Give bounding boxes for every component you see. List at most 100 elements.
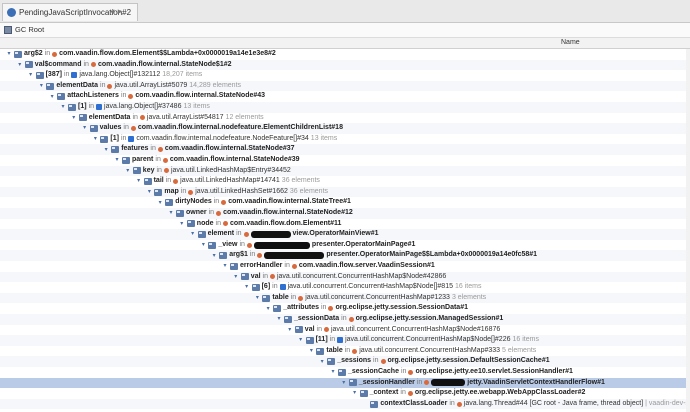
table-row[interactable]: ▾ values in com.vaadin.flow.internal.nodefe… xyxy=(0,123,690,134)
expand-toggle-icon[interactable]: ▾ xyxy=(233,274,239,280)
object-icon xyxy=(139,115,145,121)
expand-toggle-icon[interactable]: ▾ xyxy=(222,263,228,269)
in-label: in xyxy=(249,251,256,259)
expand-toggle-icon[interactable]: ▾ xyxy=(190,231,196,237)
expand-toggle-icon[interactable]: ▾ xyxy=(125,168,131,174)
expand-toggle-icon[interactable]: ▾ xyxy=(254,295,260,301)
table-row[interactable]: ▾ table in java.util.concurrent.ConcurrentH… xyxy=(0,292,690,304)
table-row[interactable]: ▾ [11] in java.util.concurrent.ConcurrentHa… xyxy=(0,335,690,346)
expand-toggle-icon[interactable]: ▾ xyxy=(6,51,12,57)
expand-toggle-icon[interactable]: ▾ xyxy=(341,380,347,386)
table-row[interactable]: ▾ arg$1 in presenter.OperatorMainPage$$Lamb… xyxy=(0,250,690,261)
table-row[interactable]: ▾ val in java.util.concurrent.ConcurrentHas… xyxy=(0,325,690,336)
field-icon xyxy=(46,82,55,90)
field-icon xyxy=(251,283,260,291)
table-row[interactable]: ▾ table in java.util.concurrent.ConcurrentH… xyxy=(0,346,690,357)
expand-toggle-icon[interactable]: ▾ xyxy=(103,147,109,153)
expand-toggle-icon[interactable]: ▾ xyxy=(298,337,304,343)
table-row[interactable]: ▾ errorHandler in com.vaadin.flow.server.Va… xyxy=(0,261,690,272)
in-label: in xyxy=(341,315,347,322)
expand-toggle-icon[interactable]: ▾ xyxy=(287,327,293,333)
name-column-header[interactable]: Name xyxy=(561,38,580,48)
class-name: org.eclipse.jetty.session.SessionData#1 xyxy=(335,304,468,312)
expand-toggle-icon[interactable]: ▾ xyxy=(92,136,98,142)
table-row[interactable]: ▾ [1] in java.lang.Object[]#37486 13 items xyxy=(0,102,690,113)
table-row[interactable]: ▾ arg$2 in com.vaadin.flow.dom.Element$$Lam… xyxy=(0,49,690,60)
field-icon xyxy=(68,103,76,111)
expand-toggle-icon[interactable]: ▾ xyxy=(352,390,358,396)
table-row[interactable]: ▾ element in view.OperatorMainView#1 xyxy=(0,229,690,240)
expand-toggle-icon[interactable]: ▾ xyxy=(82,125,88,131)
table-row[interactable]: contextClassLoader in java.lang.Thread#44 … xyxy=(0,398,690,410)
table-row[interactable]: ▾ val$command in com.vaadin.flow.internal.S… xyxy=(0,59,690,71)
in-label: in xyxy=(320,304,327,312)
table-row[interactable]: ▾ _attributes in org.eclipse.jetty.session.… xyxy=(0,303,690,314)
field-icon xyxy=(240,273,249,281)
expand-toggle-icon[interactable]: ▾ xyxy=(330,369,336,375)
field-name: [387] xyxy=(45,71,62,79)
in-label: in xyxy=(123,124,129,132)
expand-toggle-icon[interactable]: ▾ xyxy=(71,115,77,121)
table-row[interactable]: ▾ [387] in java.lang.Object[]#132112 18,207 … xyxy=(0,70,690,81)
table-row[interactable]: ▾ elementData in java.util.ArrayList#5079 14… xyxy=(0,80,690,92)
expand-toggle-icon[interactable]: ▾ xyxy=(136,178,142,184)
expand-toggle-icon[interactable]: ▾ xyxy=(157,200,163,206)
size-info: 36 elements xyxy=(281,177,320,185)
field-name: _view xyxy=(218,240,238,248)
expand-toggle-icon[interactable]: ▾ xyxy=(28,72,34,78)
table-row[interactable]: ▾ node in com.vaadin.flow.dom.Element#11 xyxy=(0,219,690,230)
table-row[interactable]: ▾ tail in java.util.LinkedHashMap#14741 36 e… xyxy=(0,176,690,187)
expand-toggle-icon[interactable]: ▾ xyxy=(60,104,66,110)
table-row[interactable]: ▾ parent in com.vaadin.flow.internal.StateN… xyxy=(0,155,690,166)
redacted-text xyxy=(250,230,291,238)
size-info: 18,207 items xyxy=(162,71,203,79)
table-row[interactable]: ▾ [6] in java.util.concurrent.ConcurrentHas… xyxy=(0,282,690,293)
table-row[interactable]: ▾ dirtyNodes in com.vaadin.flow.internal.St… xyxy=(0,197,690,208)
field-name: _attributes xyxy=(283,304,319,312)
table-row[interactable]: ▾ [1] in com.vaadin.flow.internal.nodefeatu… xyxy=(0,134,690,145)
expand-toggle-icon[interactable]: ▾ xyxy=(179,221,185,227)
expand-toggle-icon[interactable]: ▾ xyxy=(200,242,206,248)
expand-toggle-icon[interactable]: ▾ xyxy=(244,284,250,290)
expand-toggle-icon[interactable]: ▾ xyxy=(265,306,271,312)
class-name: org.eclipse.jetty.ee10.servlet.SessionHa… xyxy=(415,368,573,375)
expand-toggle-icon[interactable]: ▾ xyxy=(49,94,55,100)
table-row[interactable]: ▾ _sessionCache in org.eclipse.jetty.ee10.s… xyxy=(0,367,690,378)
forward-arrow-icon[interactable]: ▸ xyxy=(116,6,124,16)
object-icon xyxy=(162,157,168,163)
expand-toggle-icon[interactable]: ▾ xyxy=(276,316,282,322)
table-row[interactable]: ▾ _view in presenter.OperatorMainPage#1 xyxy=(0,240,690,251)
scrollbar[interactable] xyxy=(686,49,690,412)
expand-toggle-icon[interactable]: ▾ xyxy=(211,253,217,259)
expand-toggle-icon[interactable]: ▾ xyxy=(17,62,23,68)
class-name: com.vaadin.flow.internal.StateNode#39 xyxy=(169,156,300,163)
tree-node: ▾ dirtyNodes in com.vaadin.flow.internal.St… xyxy=(157,197,351,208)
back-arrow-icon[interactable]: ◂ xyxy=(108,6,116,16)
field-name: map xyxy=(164,187,179,195)
expand-toggle-icon[interactable]: ▾ xyxy=(168,210,174,216)
object-icon xyxy=(107,83,113,89)
table-row[interactable]: ▾ owner in com.vaadin.flow.internal.StateNo… xyxy=(0,208,690,219)
expand-toggle-icon[interactable]: ▾ xyxy=(114,157,120,163)
expand-toggle-icon[interactable]: ▾ xyxy=(38,83,44,89)
table-row[interactable]: ▾ map in java.util.LinkedHashSet#1662 36 ele… xyxy=(0,186,690,198)
table-row[interactable]: ▾ _sessionHandler in jetty.VaadinServletCon… xyxy=(0,377,690,389)
expand-toggle-icon[interactable] xyxy=(362,401,368,407)
table-row[interactable]: ▾ val in java.util.concurrent.ConcurrentHas… xyxy=(0,271,690,283)
gc-root-button[interactable]: GC Root xyxy=(4,25,44,34)
table-row[interactable]: ▾ features in com.vaadin.flow.internal.Stat… xyxy=(0,144,690,155)
expand-toggle-icon[interactable]: ▾ xyxy=(146,189,152,195)
table-row[interactable]: ▾ attachListeners in com.vaadin.flow.intern… xyxy=(0,91,690,102)
tree-node: ▾ owner in com.vaadin.flow.internal.StateNo… xyxy=(168,208,353,219)
table-row[interactable]: ▾ elementData in java.util.ArrayList#54817 1… xyxy=(0,113,690,124)
expand-toggle-icon[interactable]: ▾ xyxy=(308,348,314,354)
table-row[interactable]: ▾ _sessions in org.eclipse.jetty.session.De… xyxy=(0,356,690,367)
object-icon xyxy=(407,390,413,396)
table-row[interactable]: ▾ _context in org.eclipse.jetty.ee.webapp.W… xyxy=(0,388,690,399)
expand-toggle-icon[interactable]: ▾ xyxy=(319,359,325,365)
in-label: in xyxy=(213,198,220,206)
table-row[interactable]: ▾ key in java.util.LinkedHashMap$Entry#3445… xyxy=(0,165,690,177)
in-label: in xyxy=(239,240,245,248)
instance-icon xyxy=(7,8,16,17)
table-row[interactable]: ▾ _sessionData in org.eclipse.jetty.session… xyxy=(0,314,690,325)
